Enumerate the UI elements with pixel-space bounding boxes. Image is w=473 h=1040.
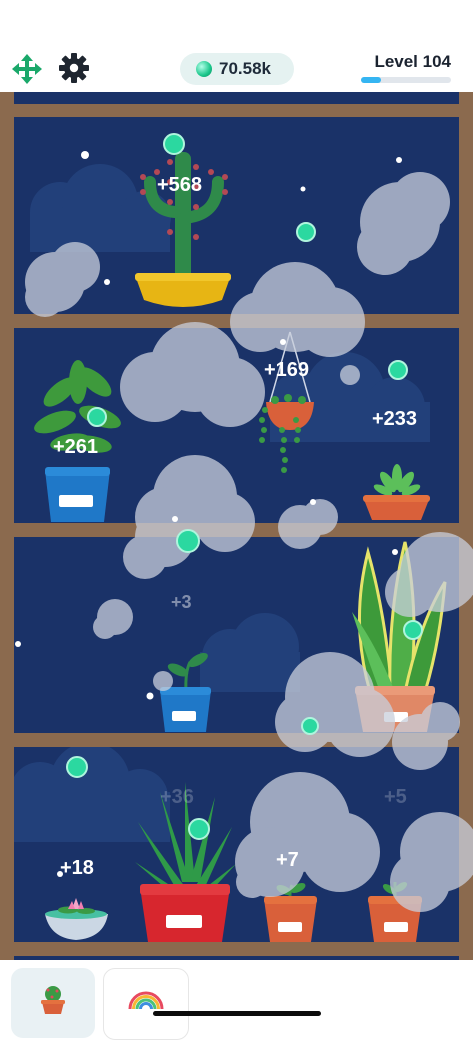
reward-text-right-faded: +5 — [384, 786, 407, 808]
level-progress-bar — [361, 77, 451, 83]
potted-cactus-icon — [41, 986, 65, 1014]
rainbow-icon — [128, 991, 164, 1010]
succulent-in-terracotta-dish[interactable] — [363, 464, 430, 520]
home-indicator — [153, 1011, 321, 1016]
reward-text-hanging: +169 — [264, 359, 310, 381]
bottom-bar — [0, 960, 473, 1040]
reward-text-sprout: +7 — [276, 849, 299, 871]
rainbow-tab[interactable] — [103, 968, 189, 1040]
top-bar: 70.58k Level 104 — [0, 0, 473, 92]
move-arrows-icon[interactable] — [12, 54, 42, 84]
water-lily-bowl[interactable] — [45, 898, 108, 940]
level-label: Level 104 — [374, 52, 451, 71]
reward-text-aloe-faded: +36 — [160, 786, 194, 808]
reward-text-succulent: +233 — [372, 408, 418, 430]
currency-value: 70.58k — [219, 59, 271, 78]
hanging-pearl-plant[interactable] — [259, 331, 314, 473]
reward-text-cactus: +568 — [157, 174, 203, 196]
level-progress-fill — [361, 77, 381, 83]
plant-shelf-scene: +568 +169 +261 +233 +3 +18 +7 +36 +5 — [0, 92, 473, 960]
reward-text-fern: +261 — [53, 436, 99, 458]
plants-tab[interactable] — [11, 968, 95, 1038]
gear-icon[interactable] — [58, 52, 90, 84]
reward-text-seedling: +3 — [171, 592, 192, 612]
green-gem-icon — [196, 61, 212, 77]
reward-text-waterlily: +18 — [60, 857, 94, 879]
currency-counter[interactable]: 70.58k — [180, 53, 294, 85]
